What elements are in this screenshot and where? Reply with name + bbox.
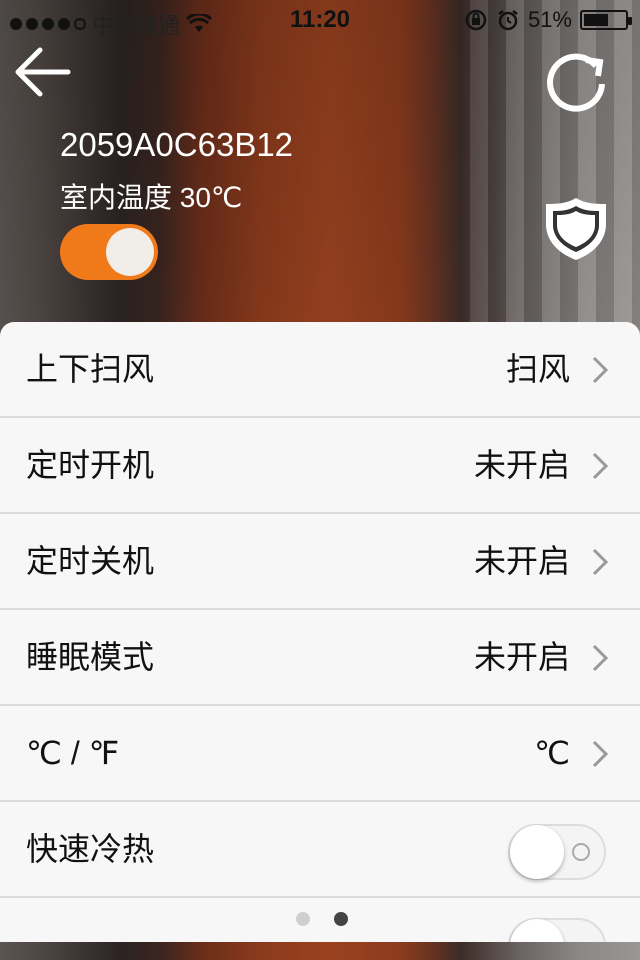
setting-label: 快速冷热 <box>26 831 155 867</box>
setting-label: 定时开机 <box>26 447 155 483</box>
battery-percent: 51% <box>527 7 572 32</box>
status-bar: 中国联通 11:20 51% <box>0 0 640 40</box>
setting-value: 扫风 <box>505 351 570 387</box>
battery-icon <box>580 10 632 30</box>
setting-label: 睡眠模式 <box>26 639 155 675</box>
page-dot-active <box>334 912 348 926</box>
shield-icon[interactable] <box>542 194 610 262</box>
page-indicator <box>296 912 348 926</box>
chevron-right-icon <box>592 644 609 672</box>
chevron-right-icon <box>592 452 609 480</box>
setting-value: 未开启 <box>473 447 570 483</box>
setting-label: 定时关机 <box>26 543 155 579</box>
chevron-right-icon <box>592 548 609 576</box>
alarm-icon <box>498 10 518 31</box>
chevron-right-icon <box>592 356 609 384</box>
chevron-right-icon <box>592 740 609 768</box>
status-right: 51% <box>464 7 632 33</box>
setting-row-temp-unit[interactable]: ℃ / ℉ ℃ <box>0 706 640 802</box>
refresh-icon[interactable] <box>542 46 610 114</box>
setting-label: 上下扫风 <box>26 351 155 387</box>
power-toggle-knob <box>106 228 154 276</box>
setting-row-timer-off[interactable]: 定时关机 未开启 <box>0 514 640 610</box>
quick-cool-heat-toggle[interactable] <box>508 824 606 880</box>
setting-label: ℃ / ℉ <box>26 735 120 771</box>
orientation-lock-icon <box>465 9 487 31</box>
setting-row-timer-on[interactable]: 定时开机 未开启 <box>0 418 640 514</box>
indoor-temperature: 室内温度 30℃ <box>60 182 243 213</box>
page-dot <box>296 912 310 926</box>
setting-value: ℃ <box>534 735 570 771</box>
toggle-knob <box>510 825 564 879</box>
setting-row-sleep-mode[interactable]: 睡眠模式 未开启 <box>0 610 640 706</box>
back-arrow-icon[interactable] <box>10 40 74 104</box>
setting-row-quick-cool-heat: 快速冷热 <box>0 802 640 898</box>
setting-value: 未开启 <box>473 639 570 675</box>
power-toggle[interactable] <box>60 224 158 280</box>
setting-row-vertical-swing[interactable]: 上下扫风 扫风 <box>0 322 640 418</box>
toggle-knob <box>510 919 564 942</box>
settings-card: 上下扫风 扫风 定时开机 未开启 定时关机 未开启 睡眠模式 未开启 ℃ / ℉… <box>0 322 640 942</box>
partial-toggle[interactable] <box>508 918 606 942</box>
device-id: 2059A0C63B12 <box>60 126 294 163</box>
toggle-off-indicator <box>572 843 590 861</box>
setting-value: 未开启 <box>473 543 570 579</box>
